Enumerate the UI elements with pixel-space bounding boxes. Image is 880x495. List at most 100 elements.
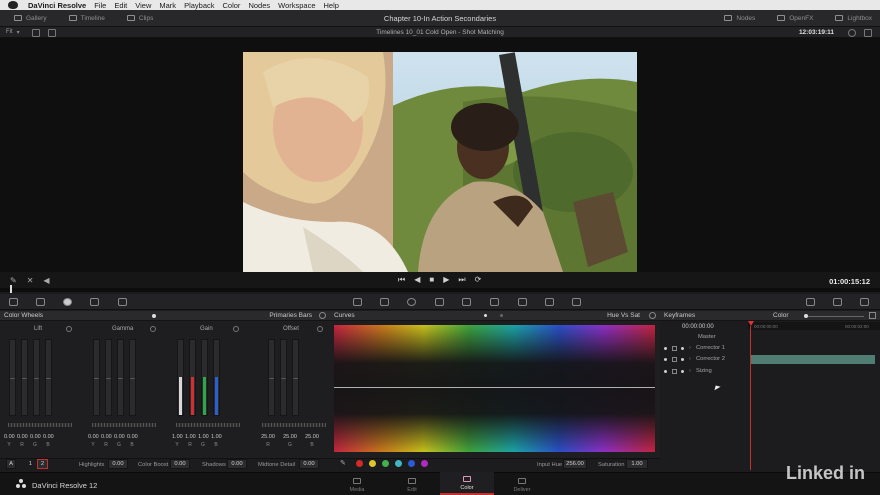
go-to-end-icon[interactable]: ⏭	[458, 275, 465, 285]
midtone-detail-value[interactable]: 0.00	[299, 459, 319, 469]
pen-tool-icon[interactable]: ✎	[10, 276, 17, 285]
gallery-button[interactable]: Gallery	[14, 15, 47, 22]
info-icon[interactable]	[860, 298, 869, 306]
gain-y-bar[interactable]	[177, 339, 184, 416]
keyframe-playhead[interactable]	[748, 321, 754, 326]
lock-icon[interactable]	[672, 368, 677, 374]
expand-chevron-icon[interactable]: ›	[689, 356, 691, 362]
go-to-start-icon[interactable]: ⏮	[398, 275, 405, 285]
swatch-yellow[interactable]	[369, 460, 376, 467]
rgb-mixer-icon[interactable]	[90, 298, 99, 306]
corrector-2-keyframe-track[interactable]	[751, 355, 875, 364]
page-dot-icon[interactable]	[152, 313, 156, 318]
lift-master-wheel[interactable]	[8, 423, 72, 427]
menu-nodes[interactable]: Nodes	[248, 1, 270, 10]
dot-icon[interactable]	[681, 346, 684, 350]
clips-button[interactable]: Clips	[126, 15, 153, 22]
menu-file[interactable]: File	[94, 1, 106, 10]
saturation-value[interactable]: 1.00	[626, 459, 648, 469]
motion-effects-icon[interactable]	[118, 298, 127, 306]
swatch-magenta[interactable]	[421, 460, 428, 467]
primaries-mode-dropdown[interactable]: Primaries Bars	[269, 312, 312, 319]
offset-bars[interactable]	[268, 339, 299, 416]
offset-g-bar[interactable]	[280, 339, 287, 416]
menu-playback[interactable]: Playback	[184, 1, 214, 10]
dot-icon[interactable]	[681, 357, 684, 361]
menu-app-name[interactable]: DaVinci Resolve	[28, 1, 86, 10]
page-2-button[interactable]: 2	[37, 459, 48, 469]
expand-chevron-icon[interactable]: ›	[689, 368, 691, 374]
playhead-handle[interactable]	[10, 285, 12, 293]
key-icon[interactable]	[490, 298, 499, 306]
gain-bars[interactable]	[177, 339, 220, 416]
menu-help[interactable]: Help	[324, 1, 339, 10]
color-dots-icon[interactable]	[806, 298, 815, 306]
highlights-value[interactable]: 0.00	[108, 459, 128, 469]
scopes-icon[interactable]	[833, 298, 842, 306]
gamma-master-wheel[interactable]	[92, 423, 156, 427]
swatch-green[interactable]	[382, 460, 389, 467]
offset-master-wheel[interactable]	[262, 423, 326, 427]
menu-workspace[interactable]: Workspace	[278, 1, 315, 10]
blur-icon[interactable]	[462, 298, 471, 306]
gain-r-value[interactable]: 1.00	[185, 434, 196, 440]
color-match-icon[interactable]	[36, 298, 45, 306]
zoom-slider-handle[interactable]	[804, 314, 808, 318]
page-tab-color[interactable]: Color	[440, 472, 494, 495]
gamma-g-value[interactable]: 0.00	[114, 434, 125, 440]
visibility-icon[interactable]	[664, 369, 667, 373]
lift-y-value[interactable]: 0.00	[4, 434, 15, 440]
menu-mark[interactable]: Mark	[159, 1, 176, 10]
keyframes-mode-dropdown[interactable]: Color	[773, 312, 789, 319]
swatch-cyan[interactable]	[395, 460, 402, 467]
reset-icon[interactable]	[649, 312, 656, 319]
3d-icon[interactable]	[545, 298, 554, 306]
tracker-icon[interactable]	[435, 298, 444, 306]
page-dot-icon[interactable]	[500, 314, 503, 317]
expand-chevron-icon[interactable]: ›	[689, 345, 691, 351]
menu-color[interactable]: Color	[223, 1, 241, 10]
curves-mode-dropdown[interactable]: Hue Vs Sat	[607, 312, 640, 319]
lift-reset-icon[interactable]	[66, 326, 72, 332]
page-tab-deliver[interactable]: Deliver	[495, 472, 549, 495]
reverse-play-icon[interactable]: ◀	[414, 275, 420, 285]
offset-b-bar[interactable]	[292, 339, 299, 416]
gamma-r-value[interactable]: 0.00	[101, 434, 112, 440]
openfx-button[interactable]: OpenFX	[777, 15, 813, 22]
page-1-button[interactable]: 1	[26, 459, 35, 469]
speaker-icon[interactable]: ◀	[43, 276, 49, 285]
offset-g-value[interactable]: 25.00	[280, 434, 300, 440]
gain-master-wheel[interactable]	[176, 423, 240, 427]
gamma-y-value[interactable]: 0.00	[88, 434, 99, 440]
page-tab-edit[interactable]: Edit	[385, 472, 439, 495]
keyframe-row-master[interactable]: Master	[660, 332, 880, 342]
gain-b-value[interactable]: 1.00	[211, 434, 222, 440]
camera-raw-icon[interactable]	[9, 298, 18, 306]
lock-icon[interactable]	[672, 345, 677, 351]
offset-b-value[interactable]: 25.00	[302, 434, 322, 440]
gamma-r-bar[interactable]	[105, 339, 112, 416]
color-boost-value[interactable]: 0.00	[170, 459, 190, 469]
lock-icon[interactable]	[672, 356, 677, 362]
play-icon[interactable]: ▶	[443, 275, 449, 285]
lift-r-bar[interactable]	[21, 339, 28, 416]
swatch-blue[interactable]	[408, 460, 415, 467]
loop-icon[interactable]: ⟳	[475, 275, 482, 285]
lift-r-value[interactable]: 0.00	[17, 434, 28, 440]
zoom-slider[interactable]	[804, 316, 864, 317]
timeline-button[interactable]: Timeline	[68, 15, 105, 22]
lift-g-value[interactable]: 0.00	[30, 434, 41, 440]
eyedropper-icon[interactable]: ✎	[340, 459, 346, 467]
page-dot-icon[interactable]	[484, 314, 487, 317]
close-icon[interactable]: ✕	[27, 276, 34, 285]
color-wheels-icon[interactable]	[63, 298, 72, 306]
qualifier-icon[interactable]	[380, 298, 389, 306]
gain-y-value[interactable]: 1.00	[172, 434, 183, 440]
input-hue-value[interactable]: 256.00	[563, 459, 587, 469]
offset-r-bar[interactable]	[268, 339, 275, 416]
page-tab-media[interactable]: Media	[330, 472, 384, 495]
menu-edit[interactable]: Edit	[114, 1, 127, 10]
lift-g-bar[interactable]	[33, 339, 40, 416]
gain-g-bar[interactable]	[201, 339, 208, 416]
expand-icon[interactable]	[869, 312, 876, 319]
